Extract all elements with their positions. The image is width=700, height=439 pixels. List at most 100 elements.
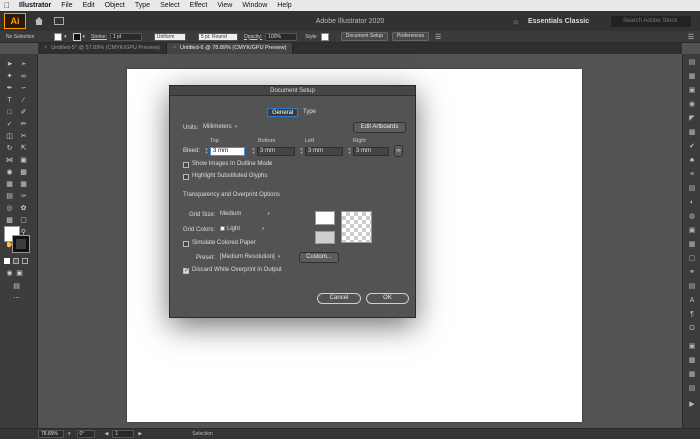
apple-icon[interactable]:  [0,1,14,10]
type-tool-icon[interactable]: T [5,96,14,105]
rotation-field[interactable]: 0° [76,430,95,438]
grid-size-select[interactable]: Medium ▾ [220,210,270,219]
scissors-tool-icon[interactable]: ✂ [19,132,28,141]
links-panel-icon[interactable]: ⚭ [687,268,697,277]
variable-width-profile[interactable]: Uniform [153,32,186,41]
panel-menu-icon[interactable]: ☰ [688,33,694,41]
draw-mode-icon[interactable]: ◉ [5,269,14,278]
zoom-field[interactable]: 78.89% [38,430,64,438]
menu-object[interactable]: Object [100,2,130,9]
curvature-tool-icon[interactable]: ∽ [19,84,28,93]
eraser-tool-icon[interactable]: ◫ [5,132,14,141]
color-mode-button[interactable] [4,258,10,264]
pathfinder-panel-icon[interactable]: ▩ [687,356,697,365]
scale-tool-icon[interactable]: ⇱ [19,144,28,153]
opacity-label[interactable]: Opacity: [244,34,262,40]
rectangle-tool-icon[interactable]: □ [5,108,14,117]
next-artboard-icon[interactable]: ▶ [138,431,142,437]
brush-definition[interactable]: 5 pt. Round [197,32,238,41]
bleed-left-stepper[interactable]: ▲ ▼ [299,147,304,156]
menu-window[interactable]: Window [237,2,272,9]
opacity-field[interactable]: 100% [265,32,298,41]
tab-untitled-5[interactable]: × Untitled-5* @ 57.89% (CMYK/GPU Preview) [38,43,167,54]
shape-builder-tool-icon[interactable]: ◉ [5,168,14,177]
transparency-panel-icon[interactable]: ◐ [687,198,697,207]
preferences-button[interactable]: Preferences [391,32,429,41]
draw-inside-icon[interactable]: ▣ [15,269,24,278]
stroke-color-box[interactable] [12,235,30,253]
tab-untitled-6[interactable]: × Untitled-6 @ 78.89% (CMYK/GPU Preview) [166,43,294,54]
paragraph-panel-icon[interactable]: ¶ [687,310,697,319]
color-panel-icon[interactable]: ◉ [687,100,697,109]
pen-tool-icon[interactable]: ✒ [5,84,14,93]
align-panel-icon[interactable]: ▤ [687,282,697,291]
bleed-bottom-field[interactable]: 3 mm [257,147,295,156]
bleed-bottom-stepper[interactable]: ▲ ▼ [251,147,256,156]
rotate-tool-icon[interactable]: ↻ [5,144,14,153]
graphic-styles-panel-icon[interactable]: ▣ [687,226,697,235]
tab-type[interactable]: Type [303,108,316,117]
graphic-style-swatch[interactable] [320,32,329,41]
lightbulb-icon[interactable]: ☼ [512,17,519,26]
swatches-panel-icon[interactable]: ▩ [687,128,697,137]
direct-selection-tool-icon[interactable]: ➣ [19,60,28,69]
free-transform-tool-icon[interactable]: ▣ [19,156,28,165]
column-graph-tool-icon[interactable]: ▩ [5,216,14,225]
custom-button[interactable]: Custom... [299,252,339,263]
layers-panel-icon[interactable]: ▦ [687,72,697,81]
live-paint-tool-icon[interactable]: ▩ [19,168,28,177]
gradient-mode-button[interactable] [13,258,19,264]
units-select[interactable]: Millimeters ▾ [203,123,237,132]
ok-button[interactable]: OK [366,293,409,304]
stroke-panel-icon[interactable]: ≡ [687,170,697,179]
menu-type[interactable]: Type [130,2,155,9]
navigator-panel-icon[interactable]: ▦ [687,370,697,379]
artboards-panel-icon[interactable]: ▢ [687,254,697,263]
magic-wand-tool-icon[interactable]: ✦ [5,72,14,81]
preset-select[interactable]: [Medium Resolution] ▾ [220,253,280,262]
close-icon[interactable]: × [173,45,176,51]
libraries-panel-icon[interactable]: ▣ [687,86,697,95]
grid-colors-select[interactable]: Light ▾ [220,225,265,234]
asset-export-panel-icon[interactable]: ▦ [687,240,697,249]
grid-color-box-dark[interactable] [315,231,335,244]
lasso-tool-icon[interactable]: ∞ [19,72,28,81]
selection-tool-icon[interactable]: ➤ [5,60,14,69]
paintbrush-tool-icon[interactable]: ✐ [19,108,28,117]
menu-edit[interactable]: Edit [78,2,100,9]
stock-search-input[interactable]: Search Adobe Stock [611,15,691,27]
bleed-top-field[interactable]: 3 mm [210,147,245,156]
status-mode[interactable]: Selection [192,431,213,437]
workspace-switcher[interactable]: Essentials Classic [528,18,589,25]
shaper-tool-icon[interactable]: ✓ [5,120,14,129]
width-tool-icon[interactable]: ⋈ [5,156,14,165]
opentype-panel-icon[interactable]: O [687,324,697,333]
menu-select[interactable]: Select [155,2,184,9]
highlight-glyphs-checkbox[interactable] [183,174,189,180]
fill-swatch[interactable] [54,32,62,41]
bleed-right-field[interactable]: 3 mm [353,147,389,156]
character-panel-icon[interactable]: A [687,296,697,305]
gradient-panel-icon[interactable]: ▤ [687,184,697,193]
show-images-outline-checkbox[interactable] [183,162,189,168]
stroke-dropdown-icon[interactable]: ▾ [83,34,86,40]
link-icon[interactable]: ∞ [394,145,403,157]
edit-toolbar-icon[interactable]: ⋯ [12,294,21,303]
tab-general[interactable]: General [267,108,299,117]
menu-help[interactable]: Help [272,2,296,9]
bleed-left-field[interactable]: 3 mm [305,147,343,156]
properties-panel-icon[interactable]: ▤ [687,58,697,67]
screen-mode-icon[interactable]: ▤ [12,282,21,291]
menu-effect[interactable]: Effect [185,2,213,9]
arrange-documents-icon[interactable] [54,17,64,25]
actions-panel-icon[interactable]: ▶ [687,400,697,409]
artboard-tool-icon[interactable]: ▢ [19,216,28,225]
bleed-right-stepper[interactable]: ▲ ▼ [347,147,352,156]
simulate-paper-checkbox[interactable] [183,241,189,247]
brushes-panel-icon[interactable]: ✔ [687,142,697,151]
none-mode-button[interactable] [22,258,28,264]
info-panel-icon[interactable]: ▤ [687,384,697,393]
menu-view[interactable]: View [212,2,237,9]
symbols-panel-icon[interactable]: ♣ [687,156,697,165]
prev-artboard-icon[interactable]: ◀ [105,431,109,437]
